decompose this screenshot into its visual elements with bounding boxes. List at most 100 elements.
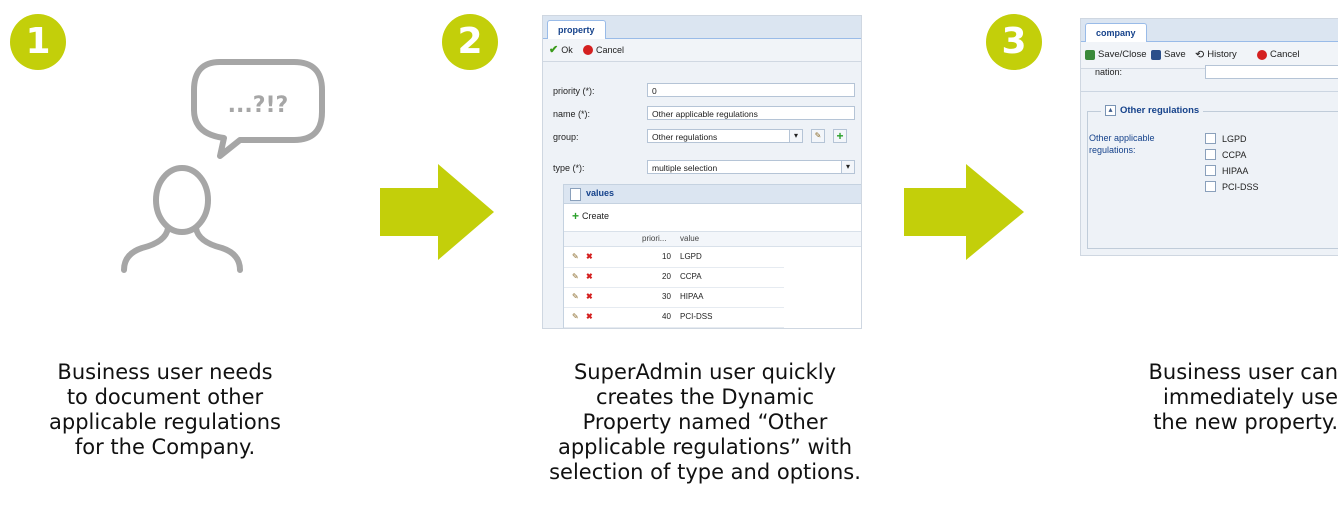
other-applicable-label-line1: Other applicable: [1089, 133, 1155, 143]
user-question-icon: ...?!?: [121, 59, 325, 273]
row-value: HIPAA: [680, 292, 704, 301]
caption-line: Business user needs: [57, 360, 273, 384]
speech-bubble-text: ...?!?: [228, 93, 289, 118]
tab-property[interactable]: property: [547, 20, 606, 39]
step-1-badge: 1: [10, 14, 66, 70]
company-form-screenshot: company Save/Close Save ⟲ History Cancel…: [1080, 18, 1338, 256]
table-row[interactable]: ✎ ✖ 20 CCPA: [564, 267, 784, 288]
group-select[interactable]: Other regulations: [647, 129, 803, 143]
values-grid-header: priori... value: [564, 231, 861, 247]
history-icon: ⟲: [1195, 49, 1205, 61]
checkbox[interactable]: [1205, 181, 1216, 192]
collapse-icon[interactable]: ▴: [1105, 105, 1116, 116]
type-label: type (*):: [553, 163, 585, 173]
tab-strip: company: [1081, 19, 1338, 42]
option-label: HIPAA: [1222, 165, 1249, 176]
chevron-down-icon[interactable]: ▾: [841, 160, 855, 174]
create-button[interactable]: + Create: [572, 209, 609, 223]
cancel-icon: [1257, 50, 1267, 60]
delete-icon[interactable]: ✖: [586, 247, 593, 267]
priority-label: priority (*):: [553, 86, 595, 96]
save-close-button[interactable]: Save/Close: [1085, 42, 1147, 68]
option-checkbox-hipaa[interactable]: HIPAA: [1205, 165, 1248, 176]
save-button[interactable]: Save: [1151, 42, 1186, 68]
tab-strip: property: [543, 16, 861, 39]
caption-line: creates the Dynamic: [595, 385, 815, 409]
document-icon: [570, 188, 581, 201]
add-icon: +: [572, 209, 580, 223]
checkbox[interactable]: [1205, 133, 1216, 144]
save-close-label: Save/Close: [1098, 49, 1147, 60]
section-legend[interactable]: ▴ Other regulations: [1101, 105, 1204, 116]
edit-icon[interactable]: ✎: [811, 129, 825, 143]
row-priority: 20: [662, 272, 671, 281]
delete-icon[interactable]: ✖: [586, 307, 593, 327]
edit-icon[interactable]: ✎: [572, 267, 579, 287]
table-row[interactable]: ✎ ✖ 10 LGPD: [564, 247, 784, 268]
caption-line: for the Company.: [74, 435, 256, 459]
nation-label: nation:: [1095, 67, 1123, 77]
ok-button[interactable]: ✔ Ok: [549, 39, 573, 61]
type-select[interactable]: multiple selection: [647, 160, 855, 174]
values-panel: values + Create priori... value ✎ ✖ 10 L…: [563, 184, 861, 328]
table-row[interactable]: ✎ ✖ 40 PCI-DSS: [564, 307, 784, 328]
step-2-caption: SuperAdmin user quickly creates the Dyna…: [520, 360, 890, 485]
option-checkbox-pci-dss[interactable]: PCI-DSS: [1205, 181, 1259, 192]
checkbox[interactable]: [1205, 149, 1216, 160]
name-label: name (*):: [553, 109, 591, 119]
group-label: group:: [553, 132, 579, 142]
arrow-right-icon: [904, 164, 1024, 260]
delete-icon[interactable]: ✖: [586, 267, 593, 287]
delete-icon[interactable]: ✖: [586, 287, 593, 307]
cancel-icon: [583, 45, 593, 55]
caption-line: applicable regulations: [49, 410, 281, 434]
name-field[interactable]: Other applicable regulations: [647, 106, 855, 120]
caption-line: the new property.: [1153, 410, 1338, 434]
other-applicable-label-line2: regulations:: [1089, 145, 1136, 155]
option-checkbox-ccpa[interactable]: CCPA: [1205, 149, 1246, 160]
option-checkbox-lgpd[interactable]: LGPD: [1205, 133, 1247, 144]
column-priority[interactable]: priori...: [642, 232, 666, 246]
column-value[interactable]: value: [680, 232, 699, 246]
caption-line: Property named “Other: [582, 410, 828, 434]
caption-line: applicable regulations” with: [557, 435, 853, 459]
tab-company[interactable]: company: [1085, 23, 1147, 42]
edit-icon[interactable]: ✎: [572, 287, 579, 307]
caption-line: immediately use: [1163, 385, 1338, 409]
edit-icon[interactable]: ✎: [572, 247, 579, 267]
row-value: LGPD: [680, 252, 702, 261]
caption-line: Business user can: [1148, 360, 1338, 384]
caption-line: to document other: [66, 385, 264, 409]
form-toolbar: ✔ Ok Cancel: [543, 39, 861, 62]
create-label: Create: [582, 211, 610, 221]
section-divider: [1081, 91, 1338, 92]
edit-icon[interactable]: ✎: [572, 307, 579, 327]
save-label: Save: [1164, 49, 1186, 60]
add-icon[interactable]: +: [833, 129, 847, 143]
other-regulations-fieldset: [1087, 111, 1338, 249]
check-icon: ✔: [549, 44, 559, 56]
row-value: CCPA: [680, 272, 702, 281]
save-close-icon: [1085, 50, 1095, 60]
row-priority: 40: [662, 312, 671, 321]
table-row[interactable]: ✎ ✖ 30 HIPAA: [564, 287, 784, 308]
values-panel-title: values: [586, 188, 615, 198]
caption-line: selection of type and options.: [549, 460, 861, 484]
option-label: LGPD: [1222, 133, 1247, 144]
step-3-caption: Business user can immediately use the ne…: [1110, 360, 1338, 435]
option-label: PCI-DSS: [1222, 181, 1259, 192]
property-form-screenshot: property ✔ Ok Cancel priority (*): 0 nam…: [542, 15, 862, 329]
caption-line: SuperAdmin user quickly: [573, 360, 837, 384]
option-label: CCPA: [1222, 149, 1247, 160]
row-value: PCI-DSS: [680, 312, 713, 321]
checkbox[interactable]: [1205, 165, 1216, 176]
floppy-disk-icon: [1151, 50, 1161, 60]
cancel-label: Cancel: [596, 45, 625, 55]
priority-field[interactable]: 0: [647, 83, 855, 97]
step-2-badge: 2: [442, 14, 498, 70]
section-title: Other regulations: [1120, 105, 1200, 116]
ok-label: Ok: [561, 45, 573, 55]
cancel-button[interactable]: Cancel: [583, 39, 624, 61]
nation-field[interactable]: [1205, 65, 1338, 79]
chevron-down-icon[interactable]: ▾: [789, 129, 803, 143]
